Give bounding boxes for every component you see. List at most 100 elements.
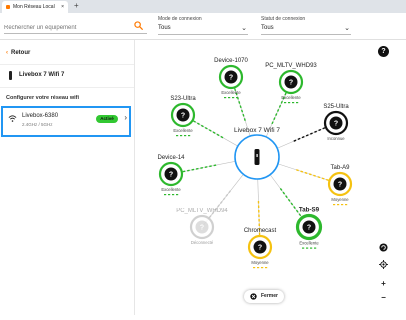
question-mark-icon: ? xyxy=(181,113,185,120)
signal-bar xyxy=(341,204,344,206)
signal-bar xyxy=(310,247,313,249)
device-label: Device-1070 xyxy=(214,58,248,64)
signal-bar xyxy=(345,204,348,206)
signal-bar xyxy=(296,102,299,104)
signal-bar xyxy=(188,135,191,137)
browser-tab-bar: Mon Réseau Local × + xyxy=(0,0,406,13)
device-label: PC_MLTV_WHD93 xyxy=(265,63,317,69)
connection-quality-label: Moyenne xyxy=(331,197,349,202)
new-tab-button[interactable]: + xyxy=(74,0,79,12)
zoom-in-button[interactable]: + xyxy=(379,279,388,288)
close-icon xyxy=(250,293,257,300)
connection-quality-label: Excellente xyxy=(161,187,181,192)
browser-tab[interactable]: Mon Réseau Local × xyxy=(2,1,68,13)
signal-bar xyxy=(176,194,179,196)
question-mark-icon: ? xyxy=(289,80,293,87)
wifi-name: Livebox-6380 xyxy=(22,113,59,119)
question-mark-icon: ? xyxy=(169,172,173,179)
connection-quality-label: Excellente xyxy=(221,90,241,95)
help-button[interactable]: ? xyxy=(378,46,389,57)
orange-favicon-icon xyxy=(6,5,10,9)
device-label: S25-Ultra xyxy=(323,104,349,110)
signal-bar xyxy=(172,194,175,196)
search-icon[interactable] xyxy=(134,21,143,30)
wifi-icon xyxy=(8,115,17,122)
connection-quality-label: Excellente xyxy=(299,241,319,246)
chevron-right-icon: › xyxy=(124,113,127,122)
signal-bar xyxy=(228,97,231,99)
connection-mode-label: Mode de connexion xyxy=(158,16,202,22)
livebox-icon xyxy=(9,71,12,80)
chevron-left-icon: ‹ xyxy=(6,50,8,56)
device-label: Tab-S9 xyxy=(299,207,320,214)
connection-status-value: Tous xyxy=(261,25,274,31)
signal-bar xyxy=(164,194,167,196)
signal-bar xyxy=(314,247,317,249)
search-input[interactable] xyxy=(4,22,147,34)
network-map-canvas: Livebox 7 Wifi 7? Device-1070 Excellente? P… xyxy=(157,58,353,269)
connection-quality-label: Excellente xyxy=(173,128,193,133)
connection-mode-value: Tous xyxy=(158,25,171,31)
signal-bar xyxy=(261,267,264,269)
connection-quality-label: Moyenne xyxy=(251,260,269,265)
section-title: Configurer votre réseau wifi xyxy=(6,95,80,101)
question-mark-icon: ? xyxy=(334,121,338,128)
signal-bar xyxy=(232,97,235,99)
device-node-s25-ultra[interactable]: ? S25-Ultra Inconnue xyxy=(323,104,349,141)
device-label: PC_MLTV_WHD94 xyxy=(176,208,228,214)
network-map: Livebox 7 Wifi 7? Device-1070 Excellente? P… xyxy=(135,40,406,315)
livebox-hub-node[interactable]: Livebox 7 Wifi 7 xyxy=(234,127,280,180)
signal-bar xyxy=(253,267,256,269)
device-node-tab-s9[interactable]: ? Tab-S9 Excellente xyxy=(295,207,323,249)
signal-bar xyxy=(180,135,183,137)
signal-bar xyxy=(292,102,295,104)
signal-bar xyxy=(168,194,171,196)
connection-status-label: Statut de connexion xyxy=(261,16,306,22)
chevron-down-icon: ⌄ xyxy=(344,25,350,32)
signal-bar xyxy=(337,204,340,206)
device-node-pc-mltv-whd94[interactable]: ? PC_MLTV_WHD94 Déconnecté xyxy=(176,208,228,245)
signal-bar xyxy=(184,135,187,137)
question-mark-icon: ? xyxy=(229,75,233,82)
back-label: Retour xyxy=(11,50,31,56)
back-button[interactable]: ‹ Retour xyxy=(6,50,30,56)
signal-bar xyxy=(306,247,309,249)
signal-bar xyxy=(302,247,305,249)
tab-title: Mon Réseau Local xyxy=(13,4,55,10)
question-mark-icon: ? xyxy=(200,225,204,232)
device-name: Livebox 7 Wifi 7 xyxy=(19,72,65,78)
recenter-icon[interactable] xyxy=(379,260,388,269)
signal-bar xyxy=(257,267,260,269)
connection-quality-label: Déconnecté xyxy=(191,240,214,245)
device-node-pc-mltv-whd93[interactable]: ? PC_MLTV_WHD93 Excellente xyxy=(265,63,317,104)
device-node-device-1070[interactable]: ? Device-1070 Excellente xyxy=(214,58,249,99)
selected-device: Livebox 7 Wifi 7 xyxy=(0,64,134,88)
device-node-tab-a9[interactable]: ? Tab-A9 Moyenne xyxy=(327,165,353,206)
chevron-down-icon: ⌄ xyxy=(241,25,247,32)
zoom-out-button[interactable]: − xyxy=(379,293,388,302)
wifi-network-card[interactable]: Livebox-6380 2.4GHz / 5GHz Activé › xyxy=(1,106,131,137)
signal-bar xyxy=(265,267,268,269)
close-label: Fermer xyxy=(261,293,278,299)
device-label: Chromecast xyxy=(244,228,277,234)
device-label: S23-Ultra xyxy=(170,96,196,102)
device-node-s23-ultra[interactable]: ? S23-Ultra Excellente xyxy=(170,96,196,137)
filter-bar: Mode de connexion Tous ⌄ Statut de conne… xyxy=(0,13,406,40)
question-mark-icon: ? xyxy=(258,245,262,252)
device-label: Tab-A9 xyxy=(330,165,350,171)
question-mark-icon: ? xyxy=(338,182,342,189)
signal-bar xyxy=(176,135,179,137)
connection-quality-label: Excellente xyxy=(281,95,301,100)
refresh-icon[interactable] xyxy=(379,243,388,252)
connection-mode-select[interactable]: Mode de connexion Tous ⌄ xyxy=(158,16,248,35)
device-node-device-14[interactable]: ? Device-14 Excellente xyxy=(157,155,185,196)
close-button[interactable]: Fermer xyxy=(244,290,284,303)
wifi-bands: 2.4GHz / 5GHz xyxy=(22,122,53,127)
tab-close-icon[interactable]: × xyxy=(61,1,64,13)
sidebar: ‹ Retour Livebox 7 Wifi 7 Configurer votr… xyxy=(0,40,135,315)
hub-label: Livebox 7 Wifi 7 xyxy=(234,127,280,134)
connection-status-select[interactable]: Statut de connexion Tous ⌄ xyxy=(261,16,351,35)
signal-bar xyxy=(333,204,336,206)
device-label: Device-14 xyxy=(157,155,185,161)
question-mark-icon: ? xyxy=(307,225,311,232)
